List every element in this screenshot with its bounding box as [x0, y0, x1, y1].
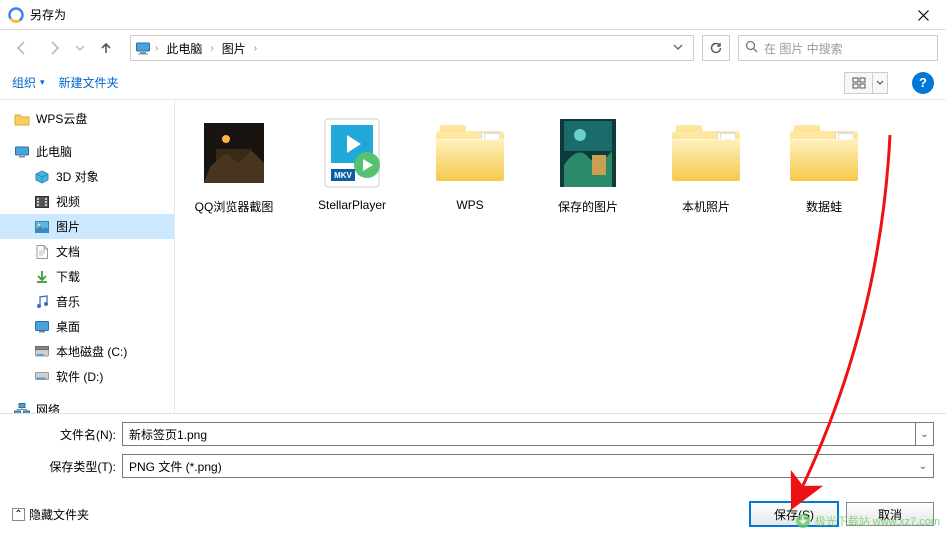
sidebar: WPS云盘 此电脑 3D 对象 视频 图片 文档 下载 音乐	[0, 100, 175, 413]
sidebar-item-music[interactable]: 音乐	[0, 289, 174, 314]
nav-row: › 此电脑 › 图片 › 在 图片 中搜索	[0, 30, 946, 66]
folder-icon	[785, 114, 863, 192]
film-icon	[34, 194, 50, 210]
sidebar-item-pictures[interactable]: 图片	[0, 214, 174, 239]
chevron-right-icon: ›	[208, 43, 215, 54]
filetype-value: PNG 文件 (*.png)	[129, 458, 222, 475]
chevron-down-icon: ⌄	[919, 461, 931, 472]
folder-item[interactable]: MKV StellarPlayer	[297, 110, 407, 219]
sidebar-item-videos[interactable]: 视频	[0, 189, 174, 214]
back-button[interactable]	[8, 34, 36, 62]
document-icon	[34, 244, 50, 260]
pc-icon	[14, 144, 30, 160]
sidebar-item-downloads[interactable]: 下载	[0, 264, 174, 289]
sidebar-item-disk-d[interactable]: 软件 (D:)	[0, 364, 174, 389]
up-button[interactable]	[92, 34, 120, 62]
forward-button[interactable]	[40, 34, 68, 62]
item-label: 保存的图片	[558, 198, 618, 215]
close-button[interactable]	[901, 0, 946, 30]
item-label: QQ浏览器截图	[195, 198, 274, 215]
sidebar-item-network[interactable]: 网络	[0, 397, 174, 413]
cube-icon	[34, 169, 50, 185]
filename-label: 文件名(N):	[12, 426, 122, 443]
dialog-title: 另存为	[30, 6, 66, 23]
filename-dropdown[interactable]: ⌄	[916, 422, 934, 446]
filename-input[interactable]	[122, 422, 916, 446]
item-label: 数据蛙	[806, 198, 842, 215]
chevron-right-icon: ›	[153, 43, 160, 54]
main-area: WPS云盘 此电脑 3D 对象 视频 图片 文档 下载 音乐	[0, 100, 946, 413]
sidebar-item-wps[interactable]: WPS云盘	[0, 106, 174, 131]
breadcrumb-root[interactable]: 此电脑	[162, 37, 206, 59]
folder-icon	[14, 111, 30, 127]
svg-text:MKV: MKV	[334, 171, 352, 180]
item-label: WPS	[456, 198, 483, 212]
help-button[interactable]: ?	[912, 72, 934, 94]
folder-item[interactable]: 本机照片	[651, 110, 761, 219]
pc-icon	[135, 40, 151, 56]
organize-menu[interactable]: 组织 ▾	[12, 74, 45, 91]
search-icon	[745, 40, 758, 56]
footer: ⌃ 隐藏文件夹 保存(S) 取消	[0, 490, 946, 534]
toolbar: 组织 ▾ 新建文件夹 ?	[0, 66, 946, 100]
chevron-down-icon: ▾	[40, 77, 45, 88]
filetype-select[interactable]: PNG 文件 (*.png) ⌄	[122, 454, 934, 478]
view-mode-button[interactable]	[844, 72, 872, 94]
address-bar[interactable]: › 此电脑 › 图片 ›	[130, 35, 694, 61]
new-folder-button[interactable]: 新建文件夹	[59, 74, 119, 91]
view-mode-dropdown[interactable]	[872, 72, 888, 94]
desktop-icon	[34, 319, 50, 335]
history-dropdown[interactable]	[72, 34, 88, 62]
network-icon	[14, 402, 30, 414]
thumbnail-icon	[195, 114, 273, 192]
download-icon	[34, 269, 50, 285]
folder-icon	[431, 114, 509, 192]
mkv-icon: MKV	[313, 114, 391, 192]
refresh-button[interactable]	[702, 35, 730, 61]
save-button[interactable]: 保存(S)	[750, 502, 838, 526]
hide-folders-toggle[interactable]: ⌃ 隐藏文件夹	[12, 506, 89, 523]
folder-item[interactable]: WPS	[415, 110, 525, 219]
sidebar-item-disk-c[interactable]: 本地磁盘 (C:)	[0, 339, 174, 364]
item-label: 本机照片	[682, 198, 730, 215]
content-pane[interactable]: QQ浏览器截图 MKV StellarPlayer WPS	[175, 100, 946, 413]
item-label: StellarPlayer	[318, 198, 386, 212]
folder-item[interactable]: 保存的图片	[533, 110, 643, 219]
sidebar-item-documents[interactable]: 文档	[0, 239, 174, 264]
search-placeholder: 在 图片 中搜索	[764, 40, 843, 57]
thumbnail-icon	[549, 114, 627, 192]
disk-icon	[34, 344, 50, 360]
address-dropdown[interactable]	[667, 41, 689, 55]
folder-item[interactable]: QQ浏览器截图	[179, 110, 289, 219]
sidebar-item-pc[interactable]: 此电脑	[0, 139, 174, 164]
music-icon	[34, 294, 50, 310]
bottom-form: 文件名(N): ⌄ 保存类型(T): PNG 文件 (*.png) ⌄	[0, 413, 946, 490]
folder-icon	[667, 114, 745, 192]
caret-icon: ⌃	[12, 508, 25, 521]
sidebar-item-3d[interactable]: 3D 对象	[0, 164, 174, 189]
sidebar-item-desktop[interactable]: 桌面	[0, 314, 174, 339]
disk-icon	[34, 369, 50, 385]
search-input[interactable]: 在 图片 中搜索	[738, 35, 938, 61]
picture-icon	[34, 219, 50, 235]
folder-item[interactable]: 数据蛙	[769, 110, 879, 219]
chevron-right-icon: ›	[252, 43, 259, 54]
cancel-button[interactable]: 取消	[846, 502, 934, 526]
filetype-label: 保存类型(T):	[12, 458, 122, 475]
app-icon	[8, 7, 24, 23]
titlebar: 另存为	[0, 0, 946, 30]
breadcrumb-folder[interactable]: 图片	[218, 37, 250, 59]
